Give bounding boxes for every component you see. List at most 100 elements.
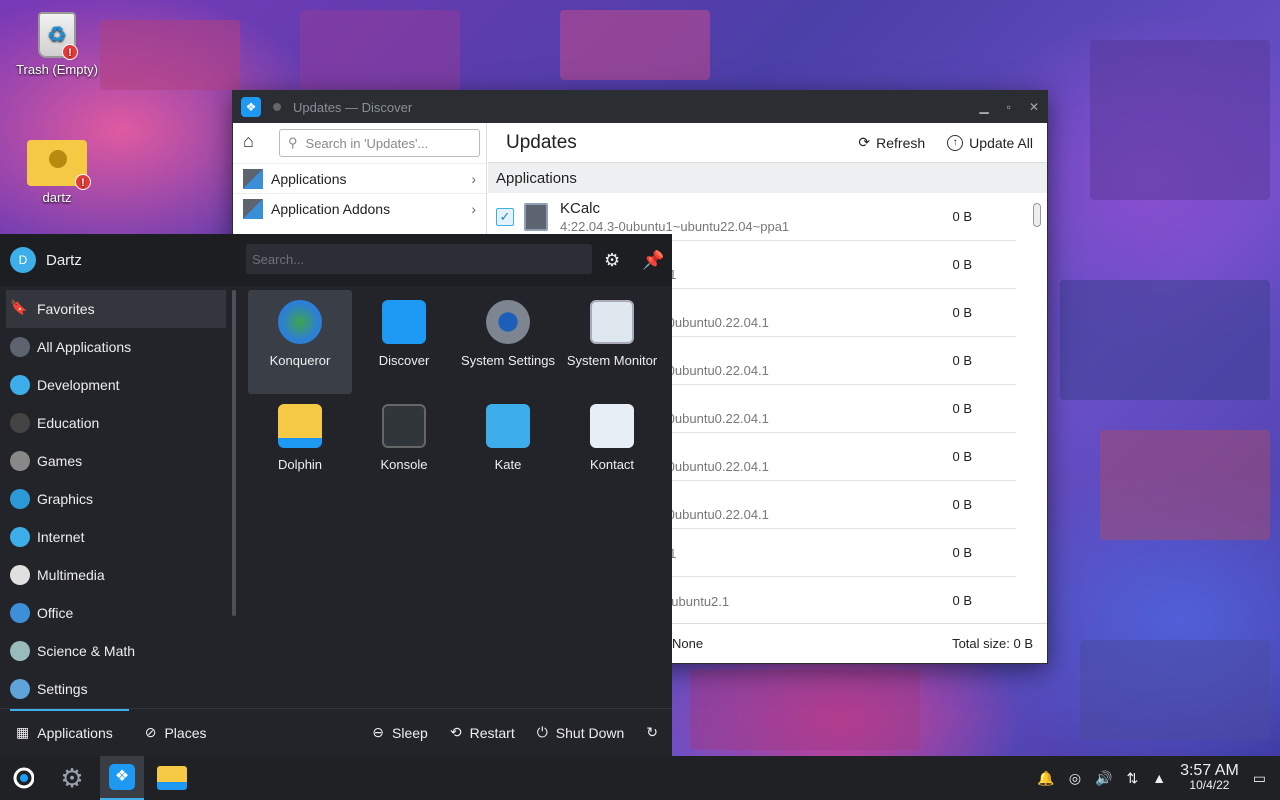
gamepad-icon bbox=[10, 451, 30, 471]
gear-icon[interactable]: ⚙ bbox=[604, 250, 620, 271]
update-version: 4:22.04.3-0ubuntu1~ubuntu22.04~ppa1 bbox=[560, 218, 790, 234]
favorite-kate[interactable]: Kate bbox=[456, 394, 560, 498]
steam-icon[interactable]: ◎ bbox=[1069, 770, 1081, 787]
pin-dot-icon[interactable] bbox=[273, 103, 281, 111]
desktop-home-folder[interactable]: ! dartz bbox=[12, 140, 102, 205]
category-settings[interactable]: Settings bbox=[0, 670, 232, 708]
category-science-math[interactable]: Science & Math bbox=[0, 632, 232, 670]
discover-icon bbox=[382, 300, 426, 344]
user-name: Dartz bbox=[46, 251, 82, 269]
window-titlebar[interactable]: ❖ Updates — Discover ▁ ▫ ✕ bbox=[233, 91, 1047, 123]
discover-icon: ❖ bbox=[109, 764, 135, 790]
flask-icon bbox=[10, 641, 30, 661]
taskbar: ⚙ ❖ 🔔 ◎ 🔊 ⇅ ▲ 3:57 AM 10/4/22 ▭ bbox=[0, 756, 1280, 800]
desktop-icon-label: Trash (Empty) bbox=[16, 62, 98, 77]
show-desktop-icon[interactable]: ▭ bbox=[1253, 770, 1266, 787]
category-office[interactable]: Office bbox=[0, 594, 232, 632]
taskbar-discover[interactable]: ❖ bbox=[100, 756, 144, 800]
settings-icon bbox=[10, 679, 30, 699]
taskbar-system-settings[interactable]: ⚙ bbox=[50, 756, 94, 800]
update-size: 0 B bbox=[952, 497, 972, 512]
category-application-addons[interactable]: Application Addons › bbox=[233, 193, 486, 223]
update-checkbox[interactable]: ✓ bbox=[496, 207, 514, 226]
favorite-system-monitor[interactable]: System Monitor bbox=[560, 290, 664, 394]
close-button[interactable]: ✕ bbox=[1029, 100, 1039, 114]
dolphin-icon bbox=[278, 404, 322, 448]
discover-app-icon: ❖ bbox=[241, 97, 261, 117]
selected-summary: None bbox=[672, 636, 704, 651]
launcher-footer: ▦ Applications ⊘ Places ⊖ Sleep ⟲ Restar… bbox=[0, 708, 672, 756]
category-games[interactable]: Games bbox=[0, 442, 232, 480]
warning-badge: ! bbox=[62, 44, 78, 60]
tab-applications[interactable]: ▦ Applications bbox=[0, 708, 129, 757]
folder-icon bbox=[157, 766, 187, 790]
updates-header: Updates ⟳ Refresh ↑ Update All bbox=[488, 123, 1047, 163]
kate-icon bbox=[486, 404, 530, 448]
graphics-icon bbox=[10, 489, 30, 509]
avatar[interactable]: D bbox=[10, 247, 36, 273]
favorites-grid: Konqueror Discover System Settings System M… bbox=[248, 290, 668, 498]
pin-icon[interactable]: 📌 bbox=[642, 250, 664, 271]
desktop-trash[interactable]: ♻! Trash (Empty) bbox=[12, 12, 102, 77]
clock[interactable]: 3:57 AM 10/4/22 bbox=[1180, 763, 1239, 793]
steamdeck-logo-icon bbox=[13, 767, 34, 789]
desktop-icon-label: dartz bbox=[42, 190, 72, 205]
maximize-button[interactable]: ▫ bbox=[1007, 100, 1011, 114]
grid-icon bbox=[10, 337, 30, 357]
favorite-dolphin[interactable]: Dolphin bbox=[248, 394, 352, 498]
system-tray: 🔔 ◎ 🔊 ⇅ ▲ 3:57 AM 10/4/22 ▭ bbox=[1037, 756, 1280, 800]
education-icon bbox=[10, 413, 30, 433]
taskbar-dolphin[interactable] bbox=[150, 756, 194, 800]
update-all-button[interactable]: ↑ Update All bbox=[947, 134, 1033, 151]
konqueror-icon bbox=[278, 300, 322, 344]
globe-icon bbox=[10, 527, 30, 547]
search-icon: ⚲ bbox=[288, 135, 298, 150]
grid-icon: ▦ bbox=[16, 724, 30, 740]
favorite-kontact[interactable]: Kontact bbox=[560, 394, 664, 498]
favorite-discover[interactable]: Discover bbox=[352, 290, 456, 394]
scrollbar[interactable] bbox=[1033, 203, 1041, 227]
sleep-button[interactable]: ⊖ Sleep bbox=[372, 724, 428, 741]
launcher-search-input[interactable]: Search... bbox=[246, 244, 592, 274]
addons-icon bbox=[243, 198, 263, 219]
update-size: 0 B bbox=[952, 305, 972, 320]
favorite-system-settings[interactable]: System Settings bbox=[456, 290, 560, 394]
launcher-button[interactable] bbox=[0, 756, 44, 800]
update-icon: ↑ bbox=[947, 134, 964, 151]
category-multimedia[interactable]: Multimedia bbox=[0, 556, 232, 594]
minimize-button[interactable]: ▁ bbox=[979, 100, 988, 114]
home-icon[interactable]: ⌂ bbox=[243, 131, 267, 155]
divider-scrollbar[interactable] bbox=[232, 290, 236, 616]
restart-icon: ⟲ bbox=[449, 724, 462, 740]
restart-button[interactable]: ⟲ Restart bbox=[450, 724, 515, 741]
category-education[interactable]: Education bbox=[0, 404, 232, 442]
favorite-konsole[interactable]: Konsole bbox=[352, 394, 456, 498]
volume-icon[interactable]: 🔊 bbox=[1095, 770, 1112, 787]
system-settings-icon bbox=[486, 300, 530, 344]
page-title: Updates bbox=[506, 131, 577, 153]
kontact-icon bbox=[590, 404, 634, 448]
favorite-konqueror[interactable]: Konqueror bbox=[248, 290, 352, 394]
search-input[interactable]: ⚲ Search in 'Updates'... bbox=[279, 129, 480, 157]
update-size: 0 B bbox=[952, 449, 972, 464]
category-all-applications[interactable]: All Applications bbox=[0, 328, 232, 366]
shutdown-button[interactable]: ⏻ Shut Down bbox=[537, 724, 625, 741]
compass-icon: ⊘ bbox=[144, 724, 157, 740]
update-size: 0 B bbox=[952, 593, 972, 608]
category-graphics[interactable]: Graphics bbox=[0, 480, 232, 518]
category-internet[interactable]: Internet bbox=[0, 518, 232, 556]
applications-icon bbox=[243, 168, 263, 189]
tab-places[interactable]: ⊘ Places bbox=[129, 709, 223, 757]
category-development[interactable]: Development bbox=[0, 366, 232, 404]
chevron-right-icon: › bbox=[471, 170, 476, 187]
category-applications[interactable]: Applications › bbox=[233, 163, 486, 193]
chevron-right-icon: › bbox=[471, 200, 476, 217]
category-favorites[interactable]: 🔖 Favorites bbox=[6, 290, 226, 328]
trash-icon: ♻! bbox=[38, 12, 78, 60]
logout-button[interactable]: ↻ bbox=[646, 724, 658, 741]
refresh-icon: ⟳ bbox=[858, 134, 871, 150]
refresh-button[interactable]: ⟳ Refresh bbox=[858, 134, 925, 151]
notifications-bell-icon[interactable]: 🔔 bbox=[1037, 770, 1054, 787]
network-icon[interactable]: ⇅ bbox=[1126, 770, 1138, 787]
tray-expand-icon[interactable]: ▲ bbox=[1152, 770, 1166, 786]
